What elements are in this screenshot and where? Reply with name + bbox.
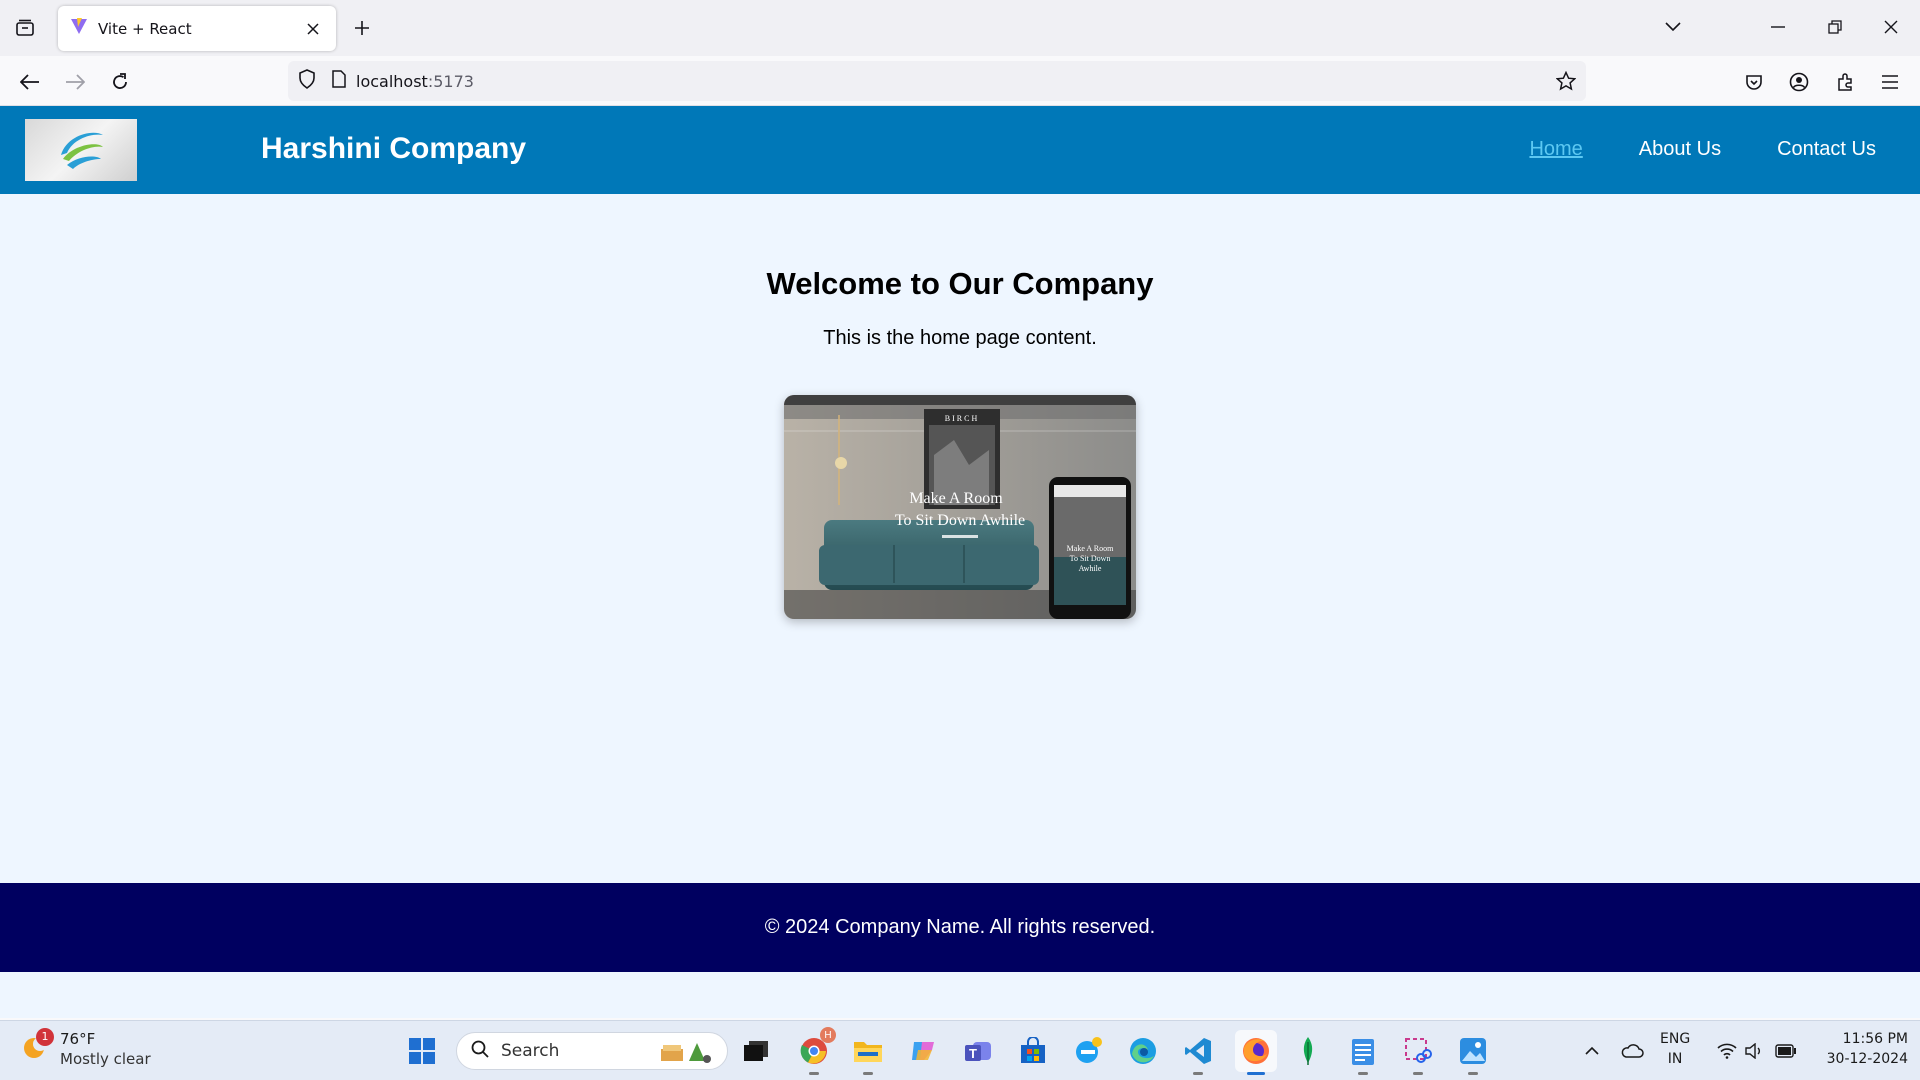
company-name: Harshini Company	[261, 132, 527, 165]
microsoft-store-icon[interactable]	[1015, 1033, 1051, 1069]
photos-icon[interactable]	[1455, 1033, 1491, 1075]
chrome-icon[interactable]: H	[796, 1027, 836, 1075]
language-indicator[interactable]: ENG IN	[1660, 1029, 1690, 1069]
weather-temperature: 76°F	[60, 1030, 96, 1048]
search-highlight-icon	[659, 1039, 713, 1070]
page-heading: Welcome to Our Company	[766, 266, 1154, 301]
restore-icon[interactable]	[1818, 12, 1852, 42]
browser-tab[interactable]: Vite + React	[58, 6, 336, 51]
footer-copyright: © 2024 Company Name. All rights reserved…	[764, 916, 1156, 938]
weather-badge: 1	[36, 1027, 54, 1046]
account-icon[interactable]	[1783, 66, 1815, 98]
copilot-icon[interactable]	[905, 1033, 941, 1069]
firefox-icon[interactable]	[1235, 1030, 1277, 1075]
nav-link-contact-us[interactable]: Contact Us	[1777, 138, 1876, 161]
hero-brand-text: BIRCH	[945, 414, 979, 423]
taskbar: 1 76°F Mostly clear Search H T ENG IN 11…	[0, 1020, 1920, 1080]
notepad-icon[interactable]	[1345, 1033, 1381, 1075]
hero-image: BIRCH Make A Room To Sit Down Awhile Mak…	[784, 395, 1136, 619]
page-body-text: This is the home page content.	[823, 327, 1097, 349]
snipping-tool-icon[interactable]	[1400, 1033, 1436, 1075]
minimize-icon[interactable]	[1761, 12, 1795, 42]
reload-icon[interactable]	[104, 66, 136, 98]
search-placeholder: Search	[501, 1041, 560, 1061]
forward-arrow-icon[interactable]	[59, 66, 91, 98]
svg-text:Awhile: Awhile	[1079, 564, 1102, 573]
svg-text:Make A Room: Make A Room	[1067, 544, 1114, 553]
teams-icon[interactable]: T	[960, 1033, 996, 1069]
extensions-icon[interactable]	[1829, 66, 1861, 98]
weather-condition: Mostly clear	[60, 1050, 151, 1068]
tab-overflow-chevron-icon[interactable]	[1656, 12, 1690, 42]
clock-time: 11:56 PM	[1842, 1031, 1908, 1047]
pocket-icon[interactable]	[1738, 66, 1770, 98]
url-bar[interactable]: localhost:5173	[288, 61, 1586, 101]
task-view-icon[interactable]	[738, 1033, 774, 1069]
close-window-icon[interactable]	[1874, 12, 1908, 42]
shield-icon[interactable]	[298, 68, 316, 94]
vite-favicon-icon	[70, 17, 88, 40]
hero-tagline-line1: Make A Room	[909, 490, 1003, 507]
company-logo[interactable]	[25, 119, 137, 181]
url-text[interactable]: localhost:5173	[356, 72, 474, 91]
hero-tagline-line2: To Sit Down Awhile	[895, 512, 1025, 529]
web-page: Harshini Company Home About Us Contact U…	[0, 106, 1920, 1018]
browser-toolbar: localhost:5173	[0, 56, 1920, 106]
hamburger-menu-icon[interactable]	[1874, 66, 1906, 98]
svg-text:T: T	[969, 1046, 977, 1061]
site-nav: Home About Us Contact Us	[1529, 138, 1876, 161]
tab-list-icon[interactable]	[10, 14, 40, 42]
site-footer: © 2024 Company Name. All rights reserved…	[0, 883, 1920, 972]
nav-link-home[interactable]: Home	[1529, 138, 1582, 161]
battery-icon[interactable]	[1768, 1033, 1804, 1069]
edge-icon[interactable]	[1125, 1033, 1161, 1069]
show-hidden-icons-chevron-icon[interactable]	[1574, 1033, 1610, 1069]
windows-start-icon[interactable]	[404, 1033, 440, 1069]
new-tab-icon[interactable]	[348, 14, 376, 42]
file-explorer-icon[interactable]	[850, 1033, 886, 1075]
nav-link-about-us[interactable]: About Us	[1639, 138, 1721, 161]
svg-text:To Sit Down: To Sit Down	[1070, 554, 1111, 563]
site-header: Harshini Company Home About Us Contact U…	[0, 106, 1920, 194]
bookmark-star-icon[interactable]	[1555, 70, 1577, 96]
weather-widget[interactable]: 1 76°F Mostly clear	[20, 1027, 151, 1069]
close-tab-icon[interactable]	[302, 18, 324, 40]
clock-date: 30-12-2024	[1826, 1051, 1908, 1067]
taskbar-search-box[interactable]: Search	[456, 1032, 728, 1070]
clock[interactable]: 11:56 PM 30-12-2024	[1812, 1029, 1908, 1069]
browser-tab-bar: Vite + React	[0, 0, 1920, 56]
back-arrow-icon[interactable]	[14, 66, 46, 98]
tab-title: Vite + React	[98, 19, 192, 38]
mongodb-icon[interactable]	[1290, 1033, 1326, 1069]
internet-explorer-icon[interactable]	[1070, 1033, 1106, 1069]
onedrive-cloud-icon[interactable]	[1614, 1033, 1650, 1069]
vscode-icon[interactable]	[1180, 1033, 1216, 1075]
page-info-icon[interactable]	[332, 69, 346, 93]
weather-sun-icon: 1	[20, 1027, 54, 1067]
search-icon	[471, 1040, 489, 1063]
